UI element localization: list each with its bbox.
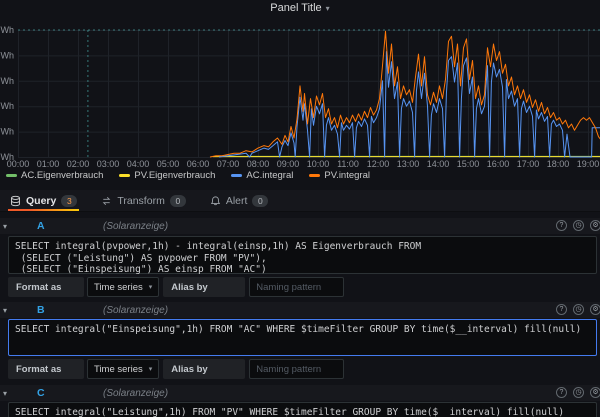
legend-label: PV.Eigenverbrauch	[134, 170, 215, 181]
svg-text:80 Wh: 80 Wh	[0, 50, 14, 60]
svg-text:05:00: 05:00	[157, 159, 180, 169]
legend-label: AC.integral	[246, 170, 293, 181]
svg-text:20 Wh: 20 Wh	[0, 127, 14, 137]
svg-text:07:00: 07:00	[217, 159, 240, 169]
svg-text:02:00: 02:00	[67, 159, 90, 169]
gear-icon[interactable]: ⚙	[590, 304, 600, 315]
query-c-datasource-label: (Solaranzeige)	[103, 388, 168, 399]
svg-text:18:00: 18:00	[547, 159, 570, 169]
tab-query[interactable]: Query 3	[8, 190, 79, 211]
query-a-ref-letter: A	[37, 220, 45, 232]
svg-text:01:00: 01:00	[37, 159, 60, 169]
legend-label: PV.integral	[324, 170, 370, 181]
svg-text:04:00: 04:00	[127, 159, 150, 169]
chevron-down-icon[interactable]: ▾	[3, 306, 7, 315]
svg-text:14:00: 14:00	[427, 159, 450, 169]
legend-label: AC.Eigenverbrauch	[21, 170, 103, 181]
format-as-dropdown[interactable]: Time series ▾	[87, 277, 159, 297]
svg-text:0 Wh: 0 Wh	[0, 152, 14, 162]
svg-text:09:00: 09:00	[277, 159, 300, 169]
query-c-ref-letter: C	[37, 387, 45, 399]
svg-text:100 Wh: 100 Wh	[0, 25, 14, 35]
svg-text:15:00: 15:00	[457, 159, 480, 169]
alias-by-input[interactable]	[249, 359, 344, 379]
grafana-panel-editor: { "panel": { "title": "Panel Title" }, "…	[0, 0, 600, 417]
editor-tab-bar: Query 3 Transform 0 Alert 0	[0, 190, 600, 212]
svg-text:13:00: 13:00	[397, 159, 420, 169]
legend-item[interactable]: AC.integral	[231, 170, 293, 181]
history-icon[interactable]: ◷	[573, 220, 584, 231]
query-b-actions: ? ◷ ⚙	[556, 304, 600, 315]
legend-swatch-icon	[6, 174, 17, 177]
legend-item[interactable]: AC.Eigenverbrauch	[6, 170, 103, 181]
svg-text:03:00: 03:00	[97, 159, 120, 169]
bell-icon	[210, 195, 221, 207]
format-as-label: Format as	[8, 359, 84, 379]
legend-swatch-icon	[231, 174, 242, 177]
svg-text:16:00: 16:00	[487, 159, 510, 169]
tab-transform-label: Transform	[117, 195, 164, 207]
svg-text:11:00: 11:00	[337, 159, 359, 169]
format-as-dropdown[interactable]: Time series ▾	[87, 359, 159, 379]
gear-icon[interactable]: ⚙	[590, 220, 600, 231]
svg-text:17:00: 17:00	[517, 159, 540, 169]
tab-transform[interactable]: Transform 0	[99, 190, 187, 211]
query-b-options-row: Format as Time series ▾ Alias by	[8, 359, 600, 379]
help-icon[interactable]: ?	[556, 304, 567, 315]
history-icon[interactable]: ◷	[573, 304, 584, 315]
tab-alert[interactable]: Alert 0	[208, 190, 271, 211]
query-c-sql-editor[interactable]: SELECT integral("Leistung",1h) FROM "PV"…	[8, 402, 597, 417]
svg-text:19:00: 19:00	[577, 159, 600, 169]
tab-alert-count-badge: 0	[252, 195, 268, 207]
tab-query-count-badge: 3	[61, 195, 77, 207]
gear-icon[interactable]: ⚙	[590, 387, 600, 398]
query-b-ref-letter: B	[37, 304, 45, 316]
alias-by-input[interactable]	[249, 277, 344, 297]
svg-text:12:00: 12:00	[367, 159, 390, 169]
query-b-datasource-label: (Solaranzeige)	[103, 305, 168, 316]
query-a-header[interactable]: ▾ A (Solaranzeige) ? ◷ ⚙	[0, 218, 600, 234]
help-icon[interactable]: ?	[556, 220, 567, 231]
legend-swatch-icon	[119, 174, 130, 177]
query-b-header[interactable]: ▾ B (Solaranzeige) ? ◷ ⚙	[0, 302, 600, 318]
query-c-header[interactable]: ▾ C (Solaranzeige) ? ◷ ⚙	[0, 385, 600, 401]
query-a-datasource-label: (Solaranzeige)	[103, 221, 168, 232]
alias-by-label: Alias by	[163, 359, 245, 379]
svg-text:06:00: 06:00	[187, 159, 210, 169]
transform-icon	[101, 195, 112, 207]
alias-by-label: Alias by	[163, 277, 245, 297]
legend-item[interactable]: PV.integral	[309, 170, 370, 181]
chart-legend: AC.Eigenverbrauch PV.Eigenverbrauch AC.int…	[6, 169, 600, 182]
format-as-label: Format as	[8, 277, 84, 297]
chevron-down-icon[interactable]: ▾	[3, 222, 7, 231]
tab-transform-count-badge: 0	[170, 195, 186, 207]
query-a-sql-editor[interactable]: SELECT integral(pvpower,1h) - integral(e…	[8, 236, 597, 274]
query-a-options-row: Format as Time series ▾ Alias by	[8, 277, 600, 297]
chevron-down-icon: ▾	[149, 365, 153, 373]
format-as-value: Time series	[94, 282, 143, 293]
legend-item[interactable]: PV.Eigenverbrauch	[119, 170, 215, 181]
svg-text:60 Wh: 60 Wh	[0, 76, 14, 86]
query-b-sql-editor[interactable]: SELECT integral("Einspeisung",1h) FROM "…	[8, 319, 597, 356]
svg-text:08:00: 08:00	[247, 159, 270, 169]
tab-alert-label: Alert	[226, 195, 248, 207]
format-as-value: Time series	[94, 364, 143, 375]
svg-text:10:00: 10:00	[307, 159, 330, 169]
time-series-chart[interactable]: 00:0001:0002:0003:0004:0005:0006:0007:00…	[0, 12, 600, 172]
chevron-down-icon: ▾	[149, 283, 153, 291]
legend-swatch-icon	[309, 174, 320, 177]
help-icon[interactable]: ?	[556, 387, 567, 398]
chevron-down-icon[interactable]: ▾	[3, 389, 7, 398]
database-icon	[10, 195, 21, 207]
query-a-actions: ? ◷ ⚙	[556, 220, 600, 231]
query-c-actions: ? ◷ ⚙	[556, 387, 600, 398]
svg-text:40 Wh: 40 Wh	[0, 101, 14, 111]
history-icon[interactable]: ◷	[573, 387, 584, 398]
tab-query-label: Query	[26, 195, 56, 207]
